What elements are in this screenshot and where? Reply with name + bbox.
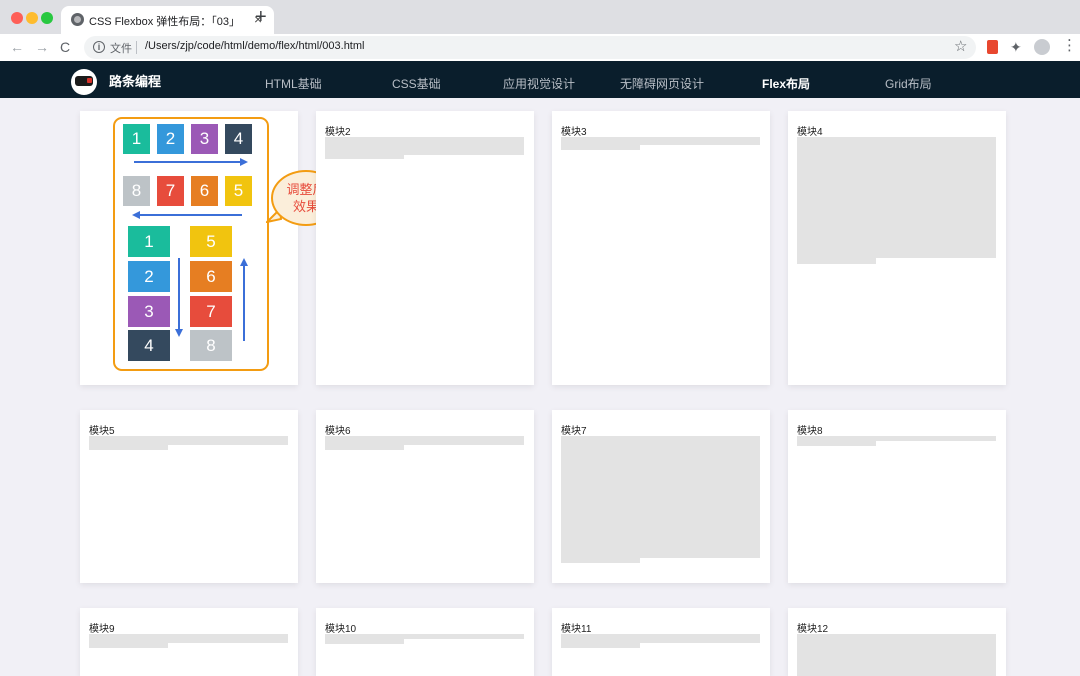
col-tile-4: 4 [128, 330, 170, 361]
module-title: 模块3 [561, 127, 587, 138]
nav-accessibility[interactable]: 无障碍网页设计 [620, 75, 704, 92]
forward-button[interactable]: → [35, 38, 49, 56]
placeholder-bar [325, 445, 404, 450]
new-tab-button[interactable]: + [255, 7, 267, 27]
col-tile-1: 1 [128, 226, 170, 257]
placeholder-bar [561, 145, 640, 150]
module-title: 模块5 [89, 426, 115, 437]
module-card: 模块6 [316, 410, 534, 583]
module-card: 模块2 [316, 111, 534, 385]
module-card: 模块12 [788, 608, 1006, 676]
col-tile-8: 8 [190, 330, 232, 361]
module-card: 模块9 [80, 608, 298, 676]
nav-css-basics[interactable]: CSS基础 [392, 75, 441, 92]
col-tile-7: 7 [190, 296, 232, 327]
address-bar[interactable]: i 文件 /Users/zjp/code/html/demo/flex/html… [84, 36, 976, 59]
tile-4: 4 [225, 124, 252, 154]
placeholder-bar [797, 258, 876, 264]
arrow-left-icon [132, 211, 242, 219]
col-tile-2: 2 [128, 261, 170, 292]
tile-5: 5 [225, 176, 252, 206]
module-title: 模块9 [89, 624, 115, 635]
tile-6: 6 [191, 176, 218, 206]
scheme-label: 文件 [110, 43, 132, 55]
url-text[interactable]: /Users/zjp/code/html/demo/flex/html/003.… [145, 40, 364, 52]
address-divider [136, 41, 137, 54]
arrow-up-icon [240, 258, 248, 341]
module-title: 模块4 [797, 127, 823, 138]
browser-menu-icon[interactable]: ⋮ [1062, 37, 1077, 55]
module-title: 模块11 [561, 624, 592, 635]
module-title: 模块8 [797, 426, 823, 437]
browser-toolbar: ← → C i 文件 /Users/zjp/code/html/demo/fle… [0, 34, 1080, 61]
logo-mark [75, 76, 93, 86]
puzzle-icon[interactable]: ✦ [1010, 38, 1022, 56]
placeholder-bar [561, 137, 760, 145]
site-header: 路条编程 HTML基础 CSS基础 应用视觉设计 无障碍网页设计 Flex布局 … [0, 61, 1080, 98]
reload-button[interactable]: C [60, 38, 70, 56]
placeholder-block [561, 436, 760, 558]
placeholder-bar [89, 643, 168, 648]
module-title: 模块6 [325, 426, 351, 437]
placeholder-bar [561, 634, 760, 643]
placeholder-bar [325, 137, 524, 155]
placeholder-bar [325, 639, 404, 644]
nav-grid-layout[interactable]: Grid布局 [885, 75, 932, 92]
col-tile-3: 3 [128, 296, 170, 327]
tab-title: CSS Flexbox 弹性布局：「03」 [89, 16, 240, 28]
back-button[interactable]: ← [10, 38, 24, 56]
col-tile-5: 5 [190, 226, 232, 257]
minimize-window-button[interactable] [26, 12, 38, 24]
tile-2: 2 [157, 124, 184, 154]
placeholder-bar [797, 441, 876, 446]
placeholder-bar [89, 634, 288, 643]
module-title: 模块12 [797, 624, 829, 635]
browser-tab[interactable]: CSS Flexbox 弹性布局：「03」 × [61, 6, 274, 34]
placeholder-bar [561, 558, 640, 563]
module-card: 模块8 [788, 410, 1006, 583]
module-card: 模块11 [552, 608, 770, 676]
arrow-right-icon [134, 158, 248, 166]
placeholder-bar [89, 445, 168, 450]
info-icon[interactable]: i [93, 41, 105, 53]
tile-3: 3 [191, 124, 218, 154]
tile-1: 1 [123, 124, 150, 154]
close-window-button[interactable] [11, 12, 23, 24]
placeholder-block [797, 634, 996, 676]
extension-icon[interactable] [987, 40, 998, 54]
module-card: 模块5 [80, 410, 298, 583]
tile-7: 7 [157, 176, 184, 206]
profile-avatar[interactable] [1034, 39, 1050, 55]
col-tile-6: 6 [190, 261, 232, 292]
module-card: 模块3 [552, 111, 770, 385]
placeholder-bar [325, 155, 404, 159]
module-card: 模块10 [316, 608, 534, 676]
module-card-illustration: 1 2 3 4 8 7 6 5 1 2 3 4 5 6 7 8 调整后 效果 [80, 111, 341, 385]
nav-visual-design[interactable]: 应用视觉设计 [503, 75, 575, 92]
placeholder-bar [561, 643, 640, 648]
brand-name[interactable]: 路条编程 [109, 71, 161, 90]
nav-html-basics[interactable]: HTML基础 [265, 75, 322, 92]
bookmark-star-icon[interactable]: ☆ [954, 38, 967, 56]
tile-8: 8 [123, 176, 150, 206]
globe-icon [71, 13, 84, 26]
module-title: 模块7 [561, 426, 587, 437]
browser-tab-strip: CSS Flexbox 弹性布局：「03」 × + [0, 0, 1080, 34]
zoom-window-button[interactable] [41, 12, 53, 24]
arrow-down-icon [175, 258, 183, 337]
site-logo[interactable] [71, 69, 97, 95]
module-title: 模块2 [325, 127, 351, 138]
placeholder-bar [325, 436, 524, 445]
placeholder-block [797, 137, 996, 258]
nav-flex-layout[interactable]: Flex布局 [762, 75, 810, 92]
module-card: 模块7 [552, 410, 770, 583]
module-card: 模块4 [788, 111, 1006, 385]
module-title: 模块10 [325, 624, 357, 635]
placeholder-bar [89, 436, 288, 445]
